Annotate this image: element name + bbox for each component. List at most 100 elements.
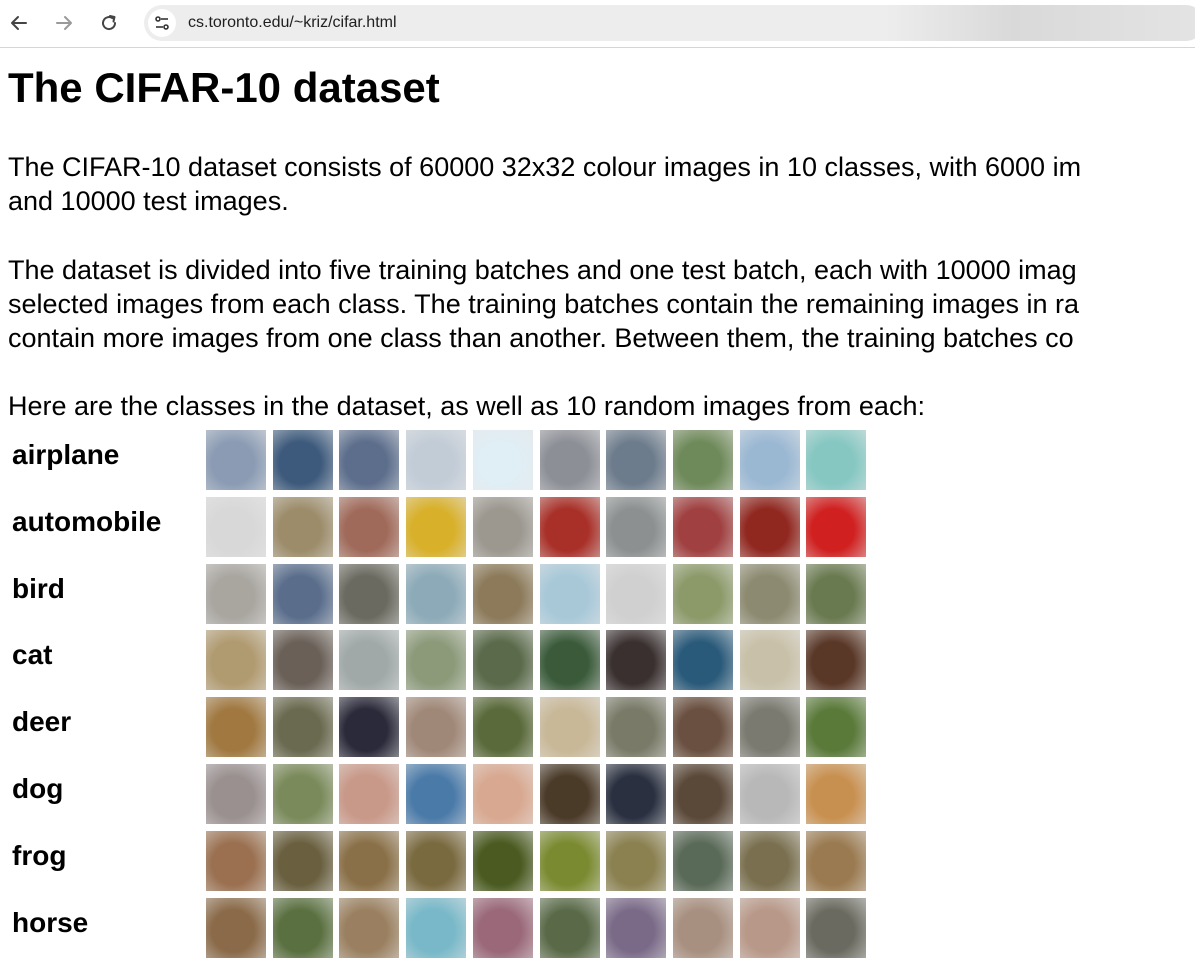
class-sample-image [539,630,600,691]
class-label: automobile [12,505,162,537]
class-sample-image [472,630,533,691]
class-sample-image [739,897,800,958]
class-label: dog [12,773,64,804]
class-sample-image [206,430,266,490]
url-text[interactable]: cs.toronto.edu/~kriz/cifar.html [188,14,397,32]
batches-paragraph: The dataset is divided into five trainin… [8,255,1080,353]
class-sample-image [339,496,400,557]
class-sample-image [272,630,333,691]
class-sample-image [406,830,467,891]
class-sample-image [339,830,400,891]
class-sample-image [406,697,467,758]
class-sample-image [606,764,667,824]
class-sample-image [606,430,667,490]
class-sample-image [806,496,867,557]
class-sample-image [806,630,867,691]
class-sample-image [739,697,800,758]
class-row-automobile: automobile [8,494,888,557]
class-row-bird: bird [8,561,888,624]
class-sample-image [472,496,533,557]
class-sample-image [472,764,533,824]
class-sample-image [539,697,600,758]
site-info-button[interactable] [148,9,176,37]
class-sample-image [206,697,266,758]
forward-button[interactable] [50,9,78,37]
class-sample-image [806,697,867,758]
class-sample-image [472,430,533,490]
class-label: frog [12,839,67,871]
address-bar[interactable]: cs.toronto.edu/~kriz/cifar.html [144,5,1195,41]
class-sample-image [672,563,733,624]
class-row-deer: deer [8,694,888,758]
class-sample-image [672,830,733,891]
class-sample-image [472,563,533,624]
class-sample-image [739,764,800,824]
class-sample-image [339,697,400,758]
class-sample-image [806,764,867,824]
reload-icon [102,15,117,31]
class-sample-image [606,563,667,624]
class-label: airplane [12,439,120,470]
class-sample-image [339,563,400,624]
class-sample-image [672,697,733,758]
class-sample-image [272,764,333,824]
reload-button[interactable] [95,9,123,37]
class-sample-image [672,496,733,557]
class-sample-image [606,697,667,758]
class-row-horse: horse [8,895,888,958]
class-sample-image [672,897,733,958]
class-label: horse [12,906,89,938]
class-sample-image [739,563,800,624]
class-label: cat [12,639,53,671]
class-sample-image [672,630,733,691]
class-sample-image [206,830,266,891]
class-sample-image [672,764,733,824]
class-sample-image [406,764,467,824]
class-row-airplane: airplane [8,427,888,490]
class-sample-image [739,496,800,557]
class-sample-image [539,563,600,624]
class-sample-image [606,496,667,557]
class-sample-image [339,430,400,490]
class-label: deer [12,706,72,738]
site-info-icon [155,16,169,30]
forward-arrow-icon [56,16,72,30]
back-button[interactable] [5,9,33,37]
class-sample-image [539,897,600,958]
class-sample-image [606,630,667,691]
class-sample-image [206,496,266,557]
class-sample-image [206,630,266,691]
class-sample-image [739,430,800,490]
class-sample-image [206,764,266,824]
class-sample-image [739,830,800,891]
class-row-cat: cat [8,627,888,691]
browser-toolbar: cs.toronto.edu/~kriz/cifar.html [0,0,1195,48]
class-sample-image [472,830,533,891]
page-content: The CIFAR-10 dataset The CIFAR-10 datase… [8,52,1195,964]
class-sample-image [806,830,867,891]
class-sample-image [539,764,600,824]
class-sample-image [406,496,467,557]
page-title: The CIFAR-10 dataset [8,64,440,111]
class-sample-image [272,697,333,758]
class-sample-image [339,630,400,691]
class-row-dog: dog [8,761,888,824]
class-sample-image [472,697,533,758]
class-label: bird [12,572,65,604]
class-sample-image [339,764,400,824]
class-sample-image [406,563,467,624]
class-sample-image [206,897,266,958]
class-sample-image [539,830,600,891]
class-row-frog: frog [8,828,888,891]
classes-intro-paragraph: Here are the classes in the dataset, as … [8,391,925,421]
class-sample-image [206,563,266,624]
class-sample-image [472,897,533,958]
class-sample-image [606,897,667,958]
class-sample-image [739,630,800,691]
class-sample-image [539,430,600,490]
class-sample-image [806,563,867,624]
class-sample-image [339,897,400,958]
class-sample-image [272,830,333,891]
intro-paragraph: The CIFAR-10 dataset consists of 60000 3… [8,152,1082,216]
back-arrow-icon [11,16,27,30]
